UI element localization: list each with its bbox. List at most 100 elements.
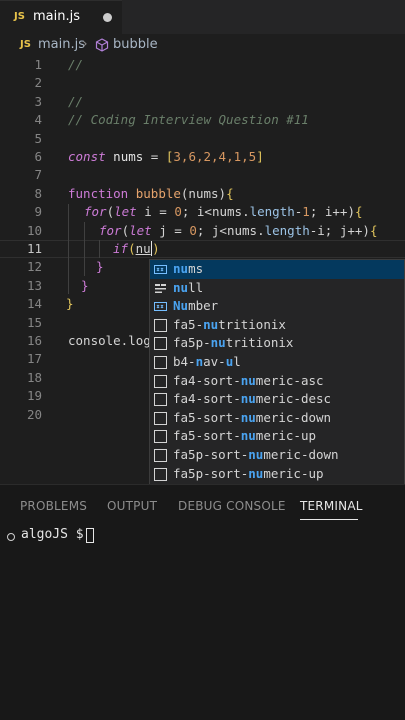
line-number: 18: [26, 369, 42, 385]
code-keyword: let: [129, 222, 152, 238]
line-number: 6: [34, 149, 42, 164]
tab-main-js[interactable]: JS main.js: [0, 0, 122, 34]
code-keyword: for: [99, 222, 122, 238]
code-identifier: console.log: [68, 333, 151, 348]
tab-terminal[interactable]: TERMINAL: [300, 499, 363, 513]
code-line: 6 const nums = [3,6,2,4,1,5]: [0, 148, 405, 166]
code-line: 4 // Coding Interview Question #11: [0, 111, 405, 129]
line-number: 1: [34, 57, 42, 72]
tab-output[interactable]: OUTPUT: [107, 499, 157, 513]
suggestion-label: fa5-sort-numeric-up: [173, 428, 317, 444]
code-keyword: if: [113, 241, 129, 256]
code-property: length: [264, 222, 310, 238]
suggestion-item[interactable]: fa4-sort-numeric-desc: [150, 390, 404, 409]
variable-icon: [154, 265, 167, 274]
line-number: 7: [34, 167, 42, 183]
code-text: ; i++): [309, 204, 355, 220]
snippet-icon: [154, 393, 167, 407]
code-bracket: {: [369, 222, 378, 238]
terminal-cursor: [86, 528, 94, 543]
javascript-file-icon: JS: [20, 39, 31, 50]
code-number: 0: [174, 204, 182, 220]
suggestion-item[interactable]: fa5p-nutritionix: [150, 334, 404, 353]
chevron-right-icon: ›: [82, 36, 88, 52]
code-text: ; j<nums.: [196, 222, 265, 238]
suggestion-item[interactable]: fa4-sort-numeric-asc: [150, 372, 404, 391]
code-comment: //: [68, 57, 84, 72]
code-keyword: let: [114, 204, 137, 220]
line-number: 14: [26, 296, 42, 312]
code-line: 7: [0, 166, 405, 184]
snippet-icon: [154, 374, 167, 388]
variable-icon: [154, 302, 167, 312]
suggestion-item[interactable]: fa5-sort-numeric-up: [150, 427, 404, 446]
suggestion-label: fa5p-sort-numeric-up: [173, 465, 324, 481]
line-number: 8: [34, 185, 42, 201]
code-property: length: [249, 204, 295, 220]
suggestion-item[interactable]: null: [150, 279, 404, 298]
code-line-active: 11 if(nu): [0, 240, 405, 258]
autocomplete-suggestions[interactable]: nums null Number fa5-nutritionix fa5p-nutrit…: [149, 259, 405, 485]
suggestion-item[interactable]: fa5-sort-numeric-down: [150, 409, 404, 428]
code-text: -i; j++): [309, 222, 370, 238]
line-number: 17: [26, 351, 42, 367]
code-comment: //: [68, 93, 84, 109]
snippet-icon: [154, 430, 167, 444]
breadcrumb-symbol[interactable]: bubble: [113, 37, 158, 52]
line-number: 10: [26, 222, 42, 238]
breadcrumb: JS main.js › bubble: [0, 34, 405, 56]
tab-label: main.js: [33, 9, 80, 24]
terminal-status-circle-icon: [7, 533, 15, 541]
code-text: i =: [136, 204, 175, 220]
code-params: (nums): [180, 185, 227, 201]
code-bracket: ]: [256, 149, 264, 164]
suggestion-item[interactable]: nums: [150, 260, 404, 279]
suggestion-label: null: [173, 279, 204, 295]
suggestion-label: fa5p-sort-numeric-down: [173, 447, 339, 462]
snippet-icon: [154, 467, 167, 481]
line-number: 16: [26, 333, 42, 348]
code-line: 1 //: [0, 56, 405, 74]
suggestion-label: fa4-sort-numeric-desc: [173, 391, 332, 407]
line-number: 11: [26, 241, 42, 256]
javascript-file-icon: JS: [14, 11, 25, 22]
suggestion-label: Number: [173, 298, 219, 314]
code-bracket: ): [152, 241, 160, 256]
line-number: 13: [26, 277, 42, 293]
code-bracket: }: [96, 259, 104, 275]
suggestion-item[interactable]: fa5-nutritionix: [150, 316, 404, 335]
suggestion-item[interactable]: Number: [150, 297, 404, 316]
breadcrumb-file[interactable]: main.js: [38, 37, 85, 52]
code-comment: // Coding Interview Question #11: [68, 112, 309, 128]
keyword-icon: [155, 283, 166, 293]
suggestion-item[interactable]: b4-nav-ul: [150, 353, 404, 372]
bottom-panel: PROBLEMS OUTPUT DEBUG CONSOLE TERMINAL a…: [0, 484, 405, 720]
suggestion-label: fa4-sort-numeric-asc: [173, 372, 324, 388]
line-number: 12: [26, 259, 42, 275]
code-line: 10 for(let j = 0; j<nums.length-i; j++){: [0, 222, 405, 240]
suggestion-label: b4-nav-ul: [173, 354, 241, 369]
code-number: 3,6,2,4,1,5: [173, 149, 257, 164]
snippet-icon: [154, 337, 167, 351]
tab-debug-console[interactable]: DEBUG CONSOLE: [178, 499, 286, 513]
suggestion-label: fa5-nutritionix: [173, 316, 286, 332]
tab-problems[interactable]: PROBLEMS: [20, 499, 87, 513]
code-keyword: function: [68, 185, 129, 201]
code-function-name: bubble: [135, 185, 181, 201]
snippet-icon: [154, 356, 167, 369]
unsaved-dot-icon[interactable]: [103, 13, 112, 22]
suggestion-item[interactable]: fa5p-sort-numeric-up: [150, 465, 404, 484]
line-number: 15: [26, 314, 42, 330]
active-tab-indicator: [300, 519, 358, 520]
suggestion-label: nums: [173, 261, 204, 276]
suggestion-item[interactable]: fa5p-sort-numeric-down: [150, 446, 404, 465]
code-number: 0: [189, 222, 197, 238]
line-number: 5: [34, 130, 42, 146]
line-number: 2: [34, 75, 42, 91]
code-typed-text: nu: [135, 241, 151, 256]
code-keyword: for: [84, 204, 107, 220]
code-bracket: }: [66, 296, 74, 312]
code-identifier: nums: [113, 149, 144, 164]
terminal-prompt[interactable]: algoJS $: [21, 527, 84, 542]
code-punct: (: [121, 222, 130, 238]
